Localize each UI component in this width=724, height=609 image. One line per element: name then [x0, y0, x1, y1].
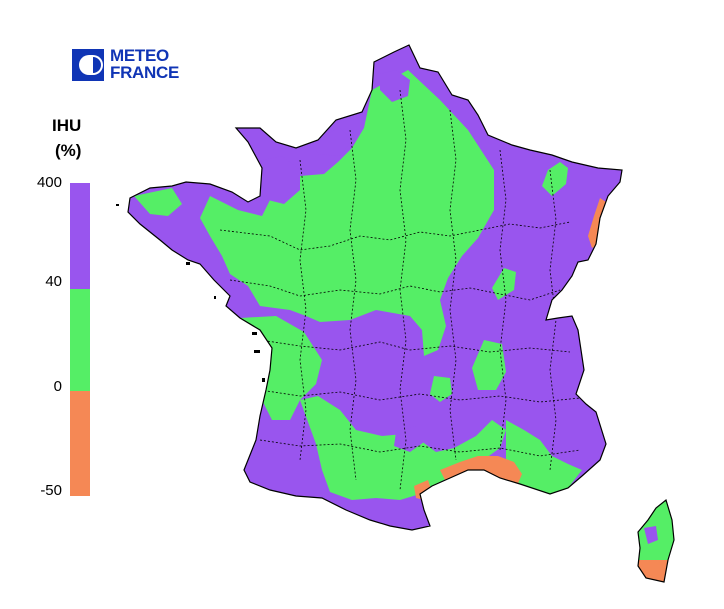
france-map	[116, 44, 675, 583]
corsica-classes	[638, 500, 674, 582]
